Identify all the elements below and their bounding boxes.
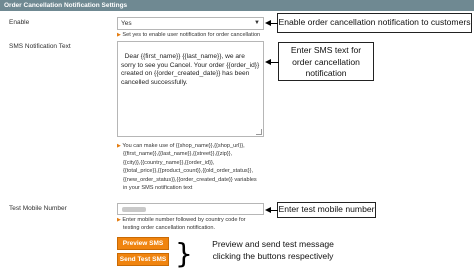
arrow-left-icon xyxy=(265,207,271,213)
section-header[interactable]: Order Cancellation Notification Settings xyxy=(0,0,474,11)
redacted-number xyxy=(122,207,146,212)
callout-enable-text: Enable order cancellation notification t… xyxy=(278,17,471,27)
sms-hint-line: {{first_name}},{{last_name}},{{street}},… xyxy=(123,151,233,158)
enable-select[interactable]: Yes ▼ xyxy=(117,17,264,30)
triangle-right-icon: ▶ xyxy=(117,32,121,38)
arrow-left-icon xyxy=(265,59,271,65)
sms-hint-line: {{total_price}},{{product_count}},{{old_… xyxy=(123,168,254,175)
callout-buttons-line: clicking the buttons respectively xyxy=(212,250,334,261)
resize-grip-icon[interactable] xyxy=(256,129,262,135)
callout-sms-line: notification xyxy=(305,68,347,78)
sms-hint-line: {{new_order_status}},{{order_created_dat… xyxy=(123,176,257,183)
sms-text-label: SMS Notification Text xyxy=(9,43,71,50)
enable-label: Enable xyxy=(9,19,30,26)
chevron-down-icon[interactable]: ▼ xyxy=(254,18,260,29)
callout-mobile-text: Enter test mobile number xyxy=(278,204,375,214)
sms-hint-line: in your SMS notification text xyxy=(123,185,193,192)
callout-enable: Enable order cancellation notification t… xyxy=(277,13,472,33)
arrow-mobile-line xyxy=(270,210,278,211)
curly-brace-icon: } xyxy=(175,237,193,270)
sms-hint-line: You can make use of {{shop_name}},{{shop… xyxy=(122,143,245,149)
sms-text-hint: ▶ You can make use of {{shop_name}},{{sh… xyxy=(117,142,257,192)
callout-sms-line: Enter SMS text for xyxy=(290,45,362,55)
mobile-hint-line: Enter mobile number followed by country … xyxy=(122,217,246,223)
callout-buttons: Preview and send test message clicking t… xyxy=(197,237,349,265)
arrow-enable-line xyxy=(270,23,278,24)
triangle-right-icon: ▶ xyxy=(117,217,121,223)
preview-sms-button[interactable]: Preview SMS xyxy=(117,237,169,250)
sms-hint-line: {{city}},{{country_name}},{{order_id}}, xyxy=(123,159,215,166)
test-mobile-label: Test Mobile Number xyxy=(9,205,67,212)
callout-buttons-line: Preview and send test message xyxy=(212,239,334,249)
enable-hint-text: Set yes to enable user notification for … xyxy=(122,32,261,38)
arrow-left-icon xyxy=(265,20,271,26)
sms-text-value: Dear {{first_name}} {{last_name}}, we ar… xyxy=(121,52,262,87)
callout-sms: Enter SMS text for order cancellation no… xyxy=(278,42,374,81)
triangle-right-icon: ▶ xyxy=(117,143,121,149)
send-test-sms-button[interactable]: Send Test SMS xyxy=(117,253,169,266)
test-mobile-hint: ▶ Enter mobile number followed by countr… xyxy=(117,216,246,233)
arrow-sms-line xyxy=(270,62,279,63)
enable-hint: ▶ Set yes to enable user notification fo… xyxy=(117,31,260,39)
enable-select-value: Yes xyxy=(121,20,132,27)
callout-sms-line: order cancellation xyxy=(292,56,360,67)
callout-mobile: Enter test mobile number xyxy=(277,202,376,218)
mobile-hint-line: testing order cancellation notification. xyxy=(123,225,216,232)
sms-text-field[interactable]: Dear {{first_name}} {{last_name}}, we ar… xyxy=(117,41,264,137)
test-mobile-input[interactable] xyxy=(117,203,264,215)
